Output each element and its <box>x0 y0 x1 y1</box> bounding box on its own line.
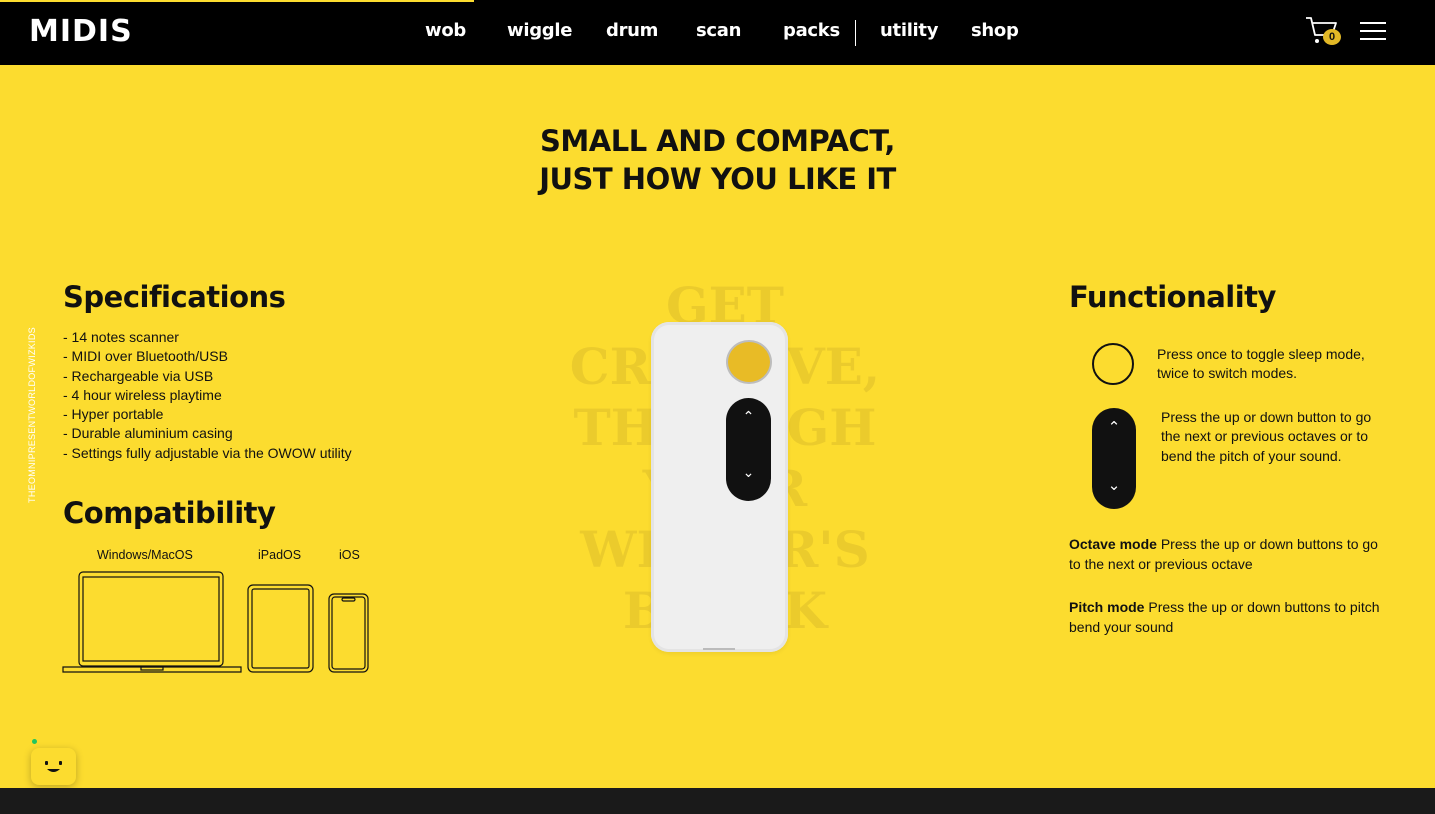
top-navigation-bar: MIDIS wob wiggle drum scan packs utility… <box>0 0 1435 65</box>
arrow-buttons-description: Press the up or down button to go the ne… <box>1161 409 1372 464</box>
power-button-description: Press once to toggle sleep mode, twice t… <box>1157 346 1365 382</box>
section-heading: SMALL AND COMPACT, JUST HOW YOU LIKE IT <box>0 122 1435 198</box>
specifications-title: Specifications <box>63 280 286 314</box>
pitch-mode-label: Pitch mode <box>1069 599 1145 615</box>
nav-link-utility[interactable]: utility <box>880 20 938 41</box>
ios-label: iOS <box>339 548 360 562</box>
spec-item: - Durable aluminium casing <box>63 425 233 442</box>
laptop-icon <box>62 571 242 673</box>
scan-device-image: ⌃ ⌄ <box>651 322 788 652</box>
nav-link-wob[interactable]: wob <box>425 20 466 41</box>
tablet-icon <box>247 584 314 673</box>
functionality-title: Functionality <box>1069 280 1276 314</box>
hamburger-menu-icon[interactable] <box>1360 22 1386 42</box>
nav-link-shop[interactable]: shop <box>971 20 1019 41</box>
nav-link-drum[interactable]: drum <box>606 20 658 41</box>
spec-item: - 14 notes scanner <box>63 329 179 345</box>
devices-illustration <box>62 571 369 673</box>
spec-item: - Settings fully adjustable via the OWOW… <box>63 444 352 461</box>
chat-bot-icon[interactable] <box>31 748 76 785</box>
spec-item: - Rechargeable via USB <box>63 367 214 384</box>
octave-mode-label: Octave mode <box>1069 536 1157 552</box>
octave-mode-text: Octave mode Press the up or down buttons… <box>1069 534 1389 574</box>
chevron-up-icon: ⌃ <box>1107 419 1121 436</box>
nav-link-scan[interactable]: scan <box>696 20 741 41</box>
nav-divider <box>855 20 856 46</box>
device-arrow-buttons: ⌃ ⌄ <box>726 398 771 501</box>
pitch-mode-text: Pitch mode Press the up or down buttons … <box>1069 597 1389 637</box>
heading-line-2: JUST HOW YOU LIKE IT <box>539 162 896 196</box>
smiley-face-icon <box>45 761 62 772</box>
compatibility-title: Compatibility <box>63 496 276 530</box>
chevron-up-icon: ⌃ <box>742 408 755 424</box>
windows-macos-label: Windows/MacOS <box>97 548 193 562</box>
chevron-down-icon: ⌄ <box>742 464 755 480</box>
heading-line-1: SMALL AND COMPACT, <box>540 124 895 158</box>
power-button-icon <box>1092 343 1134 385</box>
nav-link-wiggle[interactable]: wiggle <box>507 20 572 41</box>
cart-count-badge: 0 <box>1323 29 1341 45</box>
scroll-progress-bar <box>0 0 474 2</box>
footer-strip <box>0 788 1435 814</box>
device-usb-port <box>703 648 735 650</box>
up-down-buttons-icon: ⌃ ⌄ <box>1092 408 1136 509</box>
functionality-section: Functionality <box>1069 280 1389 314</box>
device-power-button <box>726 340 772 384</box>
side-vertical-text: THEOMNIPRESENTWORLDOFWIZKIDS <box>27 327 37 503</box>
nav-link-packs[interactable]: packs <box>783 20 840 41</box>
spec-item: - 4 hour wireless playtime <box>63 386 222 403</box>
chevron-down-icon: ⌄ <box>1107 477 1121 494</box>
specifications-section: Specifications - 14 notes scanner - MIDI… <box>63 280 383 463</box>
compatibility-devices: Windows/MacOS iPadOS iOS <box>60 545 380 680</box>
main-nav: wob wiggle drum scan packs utility shop <box>0 20 1435 46</box>
spec-item: - MIDI over Bluetooth/USB <box>63 348 228 365</box>
spec-item: - Hyper portable <box>63 406 164 423</box>
phone-icon <box>328 593 369 673</box>
ipados-label: iPadOS <box>258 548 302 562</box>
specifications-list: - 14 notes scanner - MIDI over Bluetooth… <box>63 328 383 463</box>
online-status-dot <box>32 739 37 744</box>
